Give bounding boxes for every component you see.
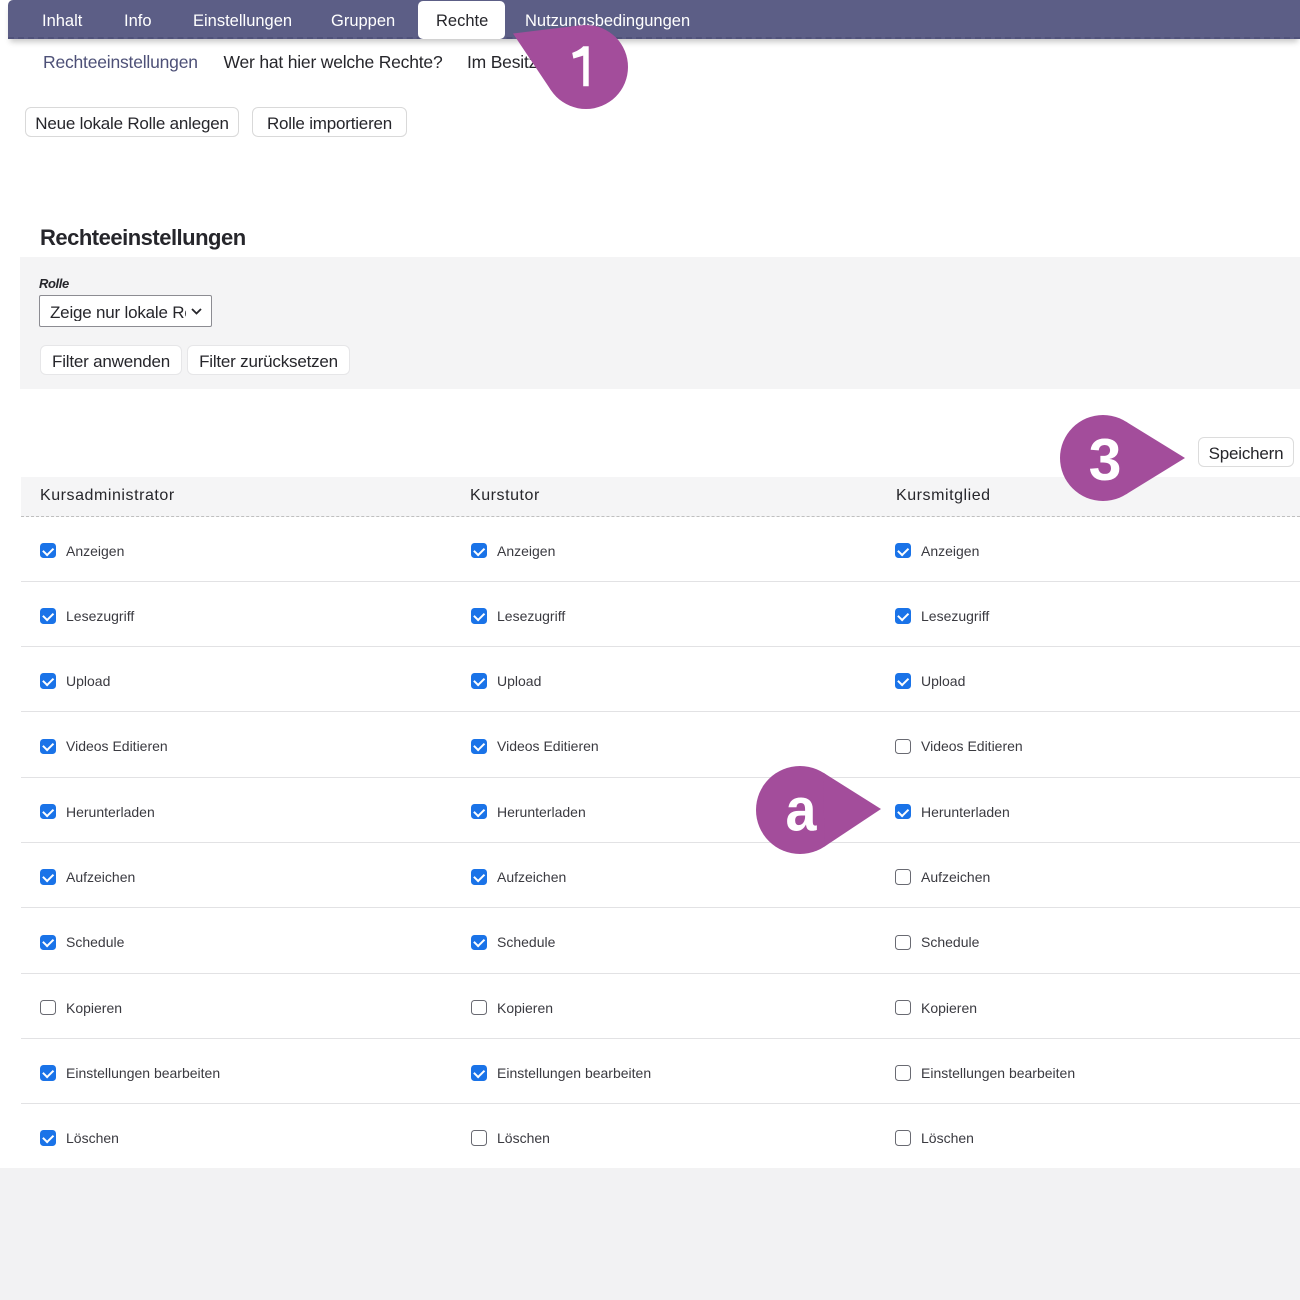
svg-text:a: a (786, 776, 818, 844)
svg-text:3: 3 (1089, 427, 1122, 493)
